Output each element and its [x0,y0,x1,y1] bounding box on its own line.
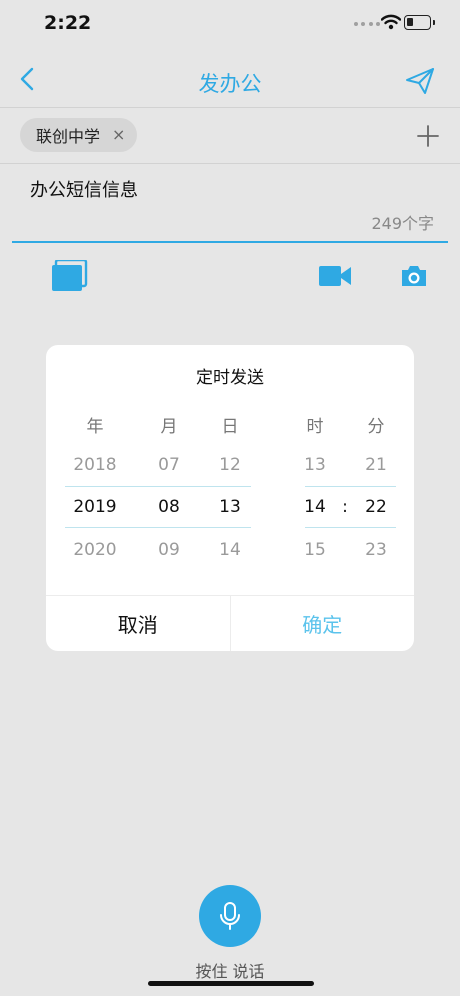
microphone-icon [220,902,240,930]
status-time: 2:22 [44,12,92,34]
schedule-send-dialog: 定时发送 年 月 日 时 分 2018 2019 2020 07 08 09 1… [46,345,414,651]
day-option[interactable]: 14 [200,540,260,560]
add-recipient-button[interactable] [416,124,440,148]
minute-option[interactable]: 23 [346,540,406,560]
nav-bar: 发办公 [0,48,460,108]
send-button[interactable] [404,66,436,96]
camera-button[interactable] [400,264,428,288]
dialog-footer: 取消 确定 [46,595,414,651]
picker-selection-line [65,486,251,487]
hour-option[interactable]: 15 [285,540,345,560]
paper-plane-icon [406,68,434,94]
message-underline [12,241,448,243]
signal-icon [354,20,380,28]
close-icon[interactable]: × [112,127,125,143]
minute-option[interactable]: 21 [346,455,406,475]
month-selected[interactable]: 08 [139,497,199,517]
year-header: 年 [86,417,104,437]
minute-selected[interactable]: 22 [346,497,406,517]
status-bar: 2:22 [0,0,460,48]
page-title: 发办公 [198,72,262,96]
picker-selection-line [65,527,251,528]
char-count: 249个字 [371,214,434,233]
recipient-bar: 联创中学 × [0,108,460,164]
home-indicator [148,981,314,986]
video-button[interactable] [318,264,352,288]
month-option[interactable]: 09 [139,540,199,560]
recipient-name: 联创中学 [36,127,101,146]
message-input[interactable]: 办公短信信息 [30,176,138,202]
album-icon [52,258,88,291]
picker-selection-line [305,486,396,487]
day-selected[interactable]: 13 [200,497,260,517]
cancel-button[interactable]: 取消 [46,596,231,651]
confirm-button[interactable]: 确定 [231,596,415,651]
album-button[interactable] [50,258,88,292]
voice-record-button[interactable] [199,885,261,947]
year-selected[interactable]: 2019 [65,497,125,517]
month-header: 月 [160,417,178,437]
month-option[interactable]: 07 [139,455,199,475]
day-header: 日 [221,417,239,437]
year-option[interactable]: 2018 [65,455,125,475]
camera-icon [402,266,426,286]
plus-icon [417,125,439,147]
minute-header: 分 [367,417,385,437]
picker-selection-line [305,527,396,528]
year-option[interactable]: 2020 [65,540,125,560]
video-camera-icon [319,266,351,286]
voice-label: 按住 说话 [195,962,265,981]
battery-icon [404,15,435,30]
wifi-icon [381,14,401,30]
dialog-title: 定时发送 [196,368,264,388]
hour-header: 时 [306,417,324,437]
hour-option[interactable]: 13 [285,455,345,475]
recipient-tag[interactable]: 联创中学 × [20,118,138,152]
day-option[interactable]: 12 [200,455,260,475]
